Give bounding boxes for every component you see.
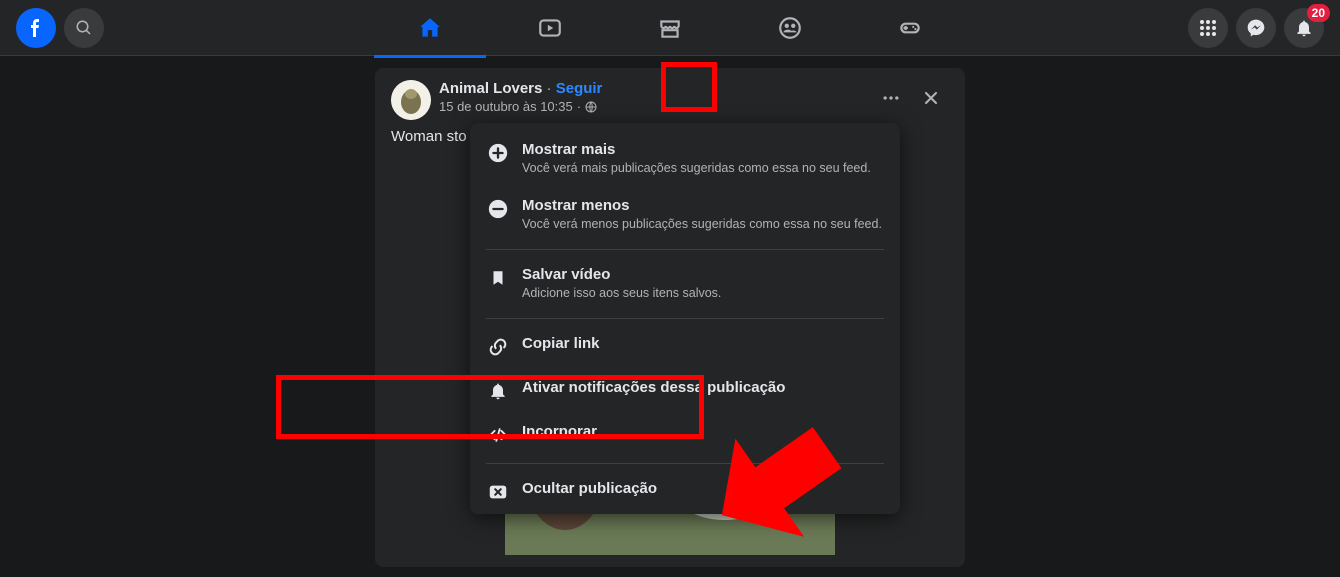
post-card: Animal Lovers · Seguir 15 de outubro às … (375, 68, 965, 567)
menu-item-save-video[interactable]: Salvar vídeo Adicione isso aos seus itens… (478, 256, 892, 312)
nav-tab-groups[interactable] (734, 2, 846, 54)
menu-item-label: Mostrar menos (522, 197, 884, 214)
link-icon (487, 336, 509, 358)
gaming-icon (897, 15, 923, 41)
menu-item-turn-on-notifications[interactable]: Ativar notificações dessa publicação (478, 369, 892, 413)
menu-item-hide-post[interactable]: Ocultar publicação (478, 470, 892, 514)
menu-item-label: Copiar link (522, 335, 884, 352)
top-bar: 20 (0, 0, 1340, 56)
separator-dot: · (577, 99, 581, 114)
facebook-logo[interactable] (16, 8, 56, 48)
home-icon (417, 15, 443, 41)
facebook-f-icon (24, 16, 48, 40)
messenger-button[interactable] (1236, 8, 1276, 48)
menu-item-label: Mostrar mais (522, 141, 884, 158)
post-author[interactable]: Animal Lovers (439, 80, 542, 97)
post-header: Animal Lovers · Seguir 15 de outubro às … (391, 80, 949, 120)
minus-circle-icon (487, 198, 509, 220)
separator-dot: · (547, 80, 556, 97)
nav-tab-marketplace[interactable] (614, 2, 726, 54)
bell-icon (488, 380, 508, 402)
messenger-icon (1246, 18, 1266, 38)
menu-item-label: Incorporar (522, 423, 884, 440)
close-icon (921, 88, 941, 108)
topbar-right: 20 (1024, 8, 1324, 48)
post-close-button[interactable] (913, 80, 949, 116)
post-more-button[interactable] (873, 80, 909, 116)
post-meta: Animal Lovers · Seguir 15 de outubro às … (439, 80, 865, 114)
groups-icon (777, 15, 803, 41)
center-nav-tabs (316, 0, 1024, 56)
menu-divider (486, 463, 884, 464)
menu-divider (486, 249, 884, 250)
bookmark-icon (489, 267, 507, 289)
plus-circle-icon (487, 142, 509, 164)
code-embed-icon (487, 425, 509, 445)
more-horizontal-icon (881, 88, 901, 108)
search-button[interactable] (64, 8, 104, 48)
menu-item-label: Salvar vídeo (522, 266, 884, 283)
menu-item-desc: Adicione isso aos seus itens salvos. (522, 285, 884, 302)
marketplace-icon (657, 15, 683, 41)
menu-grid-icon (1199, 19, 1217, 37)
post-timestamp[interactable]: 15 de outubro às 10:35 (439, 99, 573, 114)
watch-icon (537, 15, 563, 41)
post-options-menu: Mostrar mais Você verá mais publicações s… (470, 123, 900, 514)
x-square-icon (487, 481, 509, 503)
topbar-left (16, 8, 316, 48)
menu-item-desc: Você verá mais publicações sugeridas com… (522, 160, 884, 177)
menu-item-label: Ocultar publicação (522, 480, 884, 497)
menu-item-copy-link[interactable]: Copiar link (478, 325, 892, 369)
menu-item-show-less[interactable]: Mostrar menos Você verá menos publicações… (478, 187, 892, 243)
search-icon (75, 19, 93, 37)
menu-item-show-more[interactable]: Mostrar mais Você verá mais publicações s… (478, 131, 892, 187)
public-globe-icon (585, 101, 597, 113)
nav-tab-watch[interactable] (494, 2, 606, 54)
menu-item-desc: Você verá menos publicações sugeridas co… (522, 216, 884, 233)
follow-link[interactable]: Seguir (556, 80, 603, 97)
nav-tab-gaming[interactable] (854, 2, 966, 54)
menu-item-label: Ativar notificações dessa publicação (522, 379, 884, 396)
menu-grid-button[interactable] (1188, 8, 1228, 48)
notifications-button[interactable]: 20 (1284, 8, 1324, 48)
menu-item-embed[interactable]: Incorporar (478, 413, 892, 457)
feed: Animal Lovers · Seguir 15 de outubro às … (0, 56, 1340, 567)
nav-tab-home[interactable] (374, 2, 486, 54)
menu-divider (486, 318, 884, 319)
notification-badge: 20 (1307, 4, 1330, 22)
page-avatar[interactable] (391, 80, 431, 120)
